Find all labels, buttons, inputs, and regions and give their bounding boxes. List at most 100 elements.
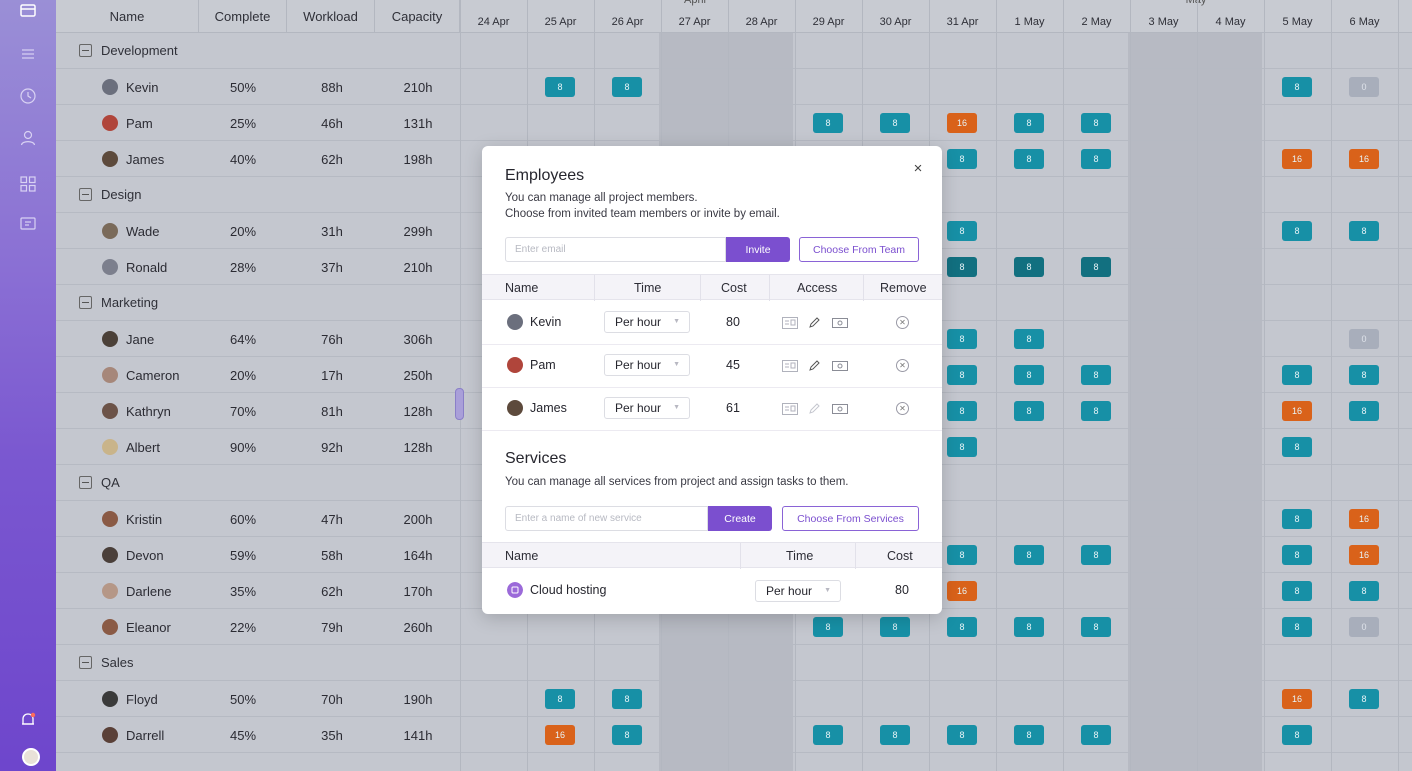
hours-badge[interactable]: 8 — [1081, 725, 1111, 745]
hours-badge[interactable]: 16 — [1349, 545, 1379, 565]
hours-badge[interactable]: 8 — [1014, 725, 1044, 745]
hours-badge[interactable]: 8 — [1349, 401, 1379, 421]
hours-badge[interactable]: 8 — [1282, 617, 1312, 637]
hours-badge[interactable]: 8 — [545, 77, 575, 97]
collapse-toggle-icon[interactable] — [79, 44, 92, 57]
hours-badge[interactable]: 8 — [1081, 365, 1111, 385]
pencil-icon[interactable] — [808, 402, 820, 415]
employee-member-row[interactable]: Kevin Per hour ▼ 80 ✕ — [482, 301, 942, 345]
remove-icon[interactable]: ✕ — [896, 359, 909, 372]
hours-badge[interactable]: 8 — [1014, 113, 1044, 133]
hours-badge[interactable]: 0 — [1349, 77, 1379, 97]
hours-badge[interactable]: 8 — [1282, 437, 1312, 457]
hours-badge[interactable]: 8 — [612, 689, 642, 709]
user-icon[interactable] — [18, 128, 38, 148]
time-select[interactable]: Per hour ▼ — [604, 397, 690, 419]
email-input[interactable]: Enter email — [505, 237, 726, 262]
employee-row[interactable]: Pam 25% 46h 131h — [56, 105, 1412, 141]
hours-badge[interactable]: 16 — [1349, 509, 1379, 529]
hours-badge[interactable]: 8 — [1081, 545, 1111, 565]
hours-badge[interactable]: 8 — [1081, 617, 1111, 637]
service-name-input[interactable]: Enter a name of new service — [505, 506, 708, 531]
remove-icon[interactable]: ✕ — [896, 402, 909, 415]
close-icon[interactable]: × — [910, 161, 926, 177]
collapse-toggle-icon[interactable] — [79, 476, 92, 489]
employee-row[interactable]: Kevin 50% 88h 210h — [56, 69, 1412, 105]
hours-badge[interactable]: 0 — [1349, 617, 1379, 637]
employee-row[interactable]: Eleanor 22% 79h 260h — [56, 609, 1412, 645]
grid-icon[interactable] — [18, 174, 38, 194]
time-select[interactable]: Per hour ▼ — [604, 311, 690, 333]
remove-icon[interactable]: ✕ — [896, 316, 909, 329]
message-icon[interactable] — [18, 214, 38, 234]
hours-badge[interactable]: 8 — [947, 149, 977, 169]
hours-badge[interactable]: 16 — [1282, 401, 1312, 421]
col-name-header[interactable]: Name — [56, 0, 199, 33]
hours-badge[interactable]: 8 — [880, 113, 910, 133]
hours-badge[interactable]: 8 — [1014, 329, 1044, 349]
employee-row[interactable]: Darrell 45% 35h 141h — [56, 717, 1412, 753]
hours-badge[interactable]: 16 — [1349, 149, 1379, 169]
hours-badge[interactable]: 8 — [1282, 545, 1312, 565]
choose-from-team-button[interactable]: Choose From Team — [799, 237, 919, 262]
hours-badge[interactable]: 8 — [1081, 149, 1111, 169]
hours-badge[interactable]: 8 — [1349, 689, 1379, 709]
money-icon[interactable] — [832, 360, 848, 372]
hours-badge[interactable]: 16 — [1282, 149, 1312, 169]
hours-badge[interactable]: 8 — [1349, 365, 1379, 385]
employee-member-row[interactable]: Pam Per hour ▼ 45 ✕ — [482, 344, 942, 388]
hours-badge[interactable]: 8 — [947, 617, 977, 637]
hours-badge[interactable]: 8 — [1282, 725, 1312, 745]
hours-badge[interactable]: 8 — [947, 221, 977, 241]
group-row[interactable]: Sales — [56, 645, 1412, 681]
hours-badge[interactable]: 8 — [947, 401, 977, 421]
hours-badge[interactable]: 16 — [545, 725, 575, 745]
hours-badge[interactable]: 8 — [1014, 149, 1044, 169]
col-capacity-header[interactable]: Capacity — [375, 0, 460, 33]
hours-badge[interactable]: 8 — [1081, 113, 1111, 133]
list-icon[interactable] — [18, 44, 38, 64]
hours-badge[interactable]: 8 — [1014, 365, 1044, 385]
hours-badge[interactable]: 8 — [880, 617, 910, 637]
col-complete-header[interactable]: Complete — [199, 0, 287, 33]
id-card-icon[interactable] — [782, 317, 798, 329]
hours-badge[interactable]: 8 — [1014, 257, 1044, 277]
create-button[interactable]: Create — [708, 506, 772, 531]
hours-badge[interactable]: 8 — [1081, 257, 1111, 277]
column-resize-handle[interactable] — [455, 388, 464, 420]
employee-member-row[interactable]: James Per hour ▼ 61 ✕ — [482, 387, 942, 431]
money-icon[interactable] — [832, 403, 848, 415]
pencil-icon[interactable] — [808, 316, 820, 329]
pencil-icon[interactable] — [808, 359, 820, 372]
hours-badge[interactable]: 8 — [947, 437, 977, 457]
id-card-icon[interactable] — [782, 403, 798, 415]
hours-badge[interactable]: 8 — [1081, 401, 1111, 421]
hours-badge[interactable]: 8 — [1349, 221, 1379, 241]
hours-badge[interactable]: 8 — [1014, 617, 1044, 637]
money-icon[interactable] — [832, 317, 848, 329]
id-card-icon[interactable] — [782, 360, 798, 372]
bell-icon[interactable] — [18, 710, 38, 730]
hours-badge[interactable]: 8 — [1282, 365, 1312, 385]
hours-badge[interactable]: 8 — [813, 113, 843, 133]
hours-badge[interactable]: 8 — [545, 689, 575, 709]
hours-badge[interactable]: 8 — [880, 725, 910, 745]
hours-badge[interactable]: 8 — [813, 725, 843, 745]
invite-button[interactable]: Invite — [726, 237, 790, 262]
hours-badge[interactable]: 8 — [1282, 509, 1312, 529]
hours-badge[interactable]: 8 — [947, 365, 977, 385]
hours-badge[interactable]: 8 — [1282, 581, 1312, 601]
hours-badge[interactable]: 8 — [947, 725, 977, 745]
choose-from-services-button[interactable]: Choose From Services — [782, 506, 919, 531]
hours-badge[interactable]: 8 — [947, 329, 977, 349]
sidebar-active-item[interactable] — [0, 0, 56, 26]
service-time-select[interactable]: Per hour ▼ — [755, 580, 841, 602]
hours-badge[interactable]: 8 — [1014, 401, 1044, 421]
time-select[interactable]: Per hour ▼ — [604, 354, 690, 376]
hours-badge[interactable]: 8 — [1282, 77, 1312, 97]
hours-badge[interactable]: 8 — [813, 617, 843, 637]
employee-row[interactable]: Floyd 50% 70h 190h — [56, 681, 1412, 717]
hours-badge[interactable]: 0 — [1349, 329, 1379, 349]
col-workload-header[interactable]: Workload — [287, 0, 375, 33]
hours-badge[interactable]: 16 — [1282, 689, 1312, 709]
